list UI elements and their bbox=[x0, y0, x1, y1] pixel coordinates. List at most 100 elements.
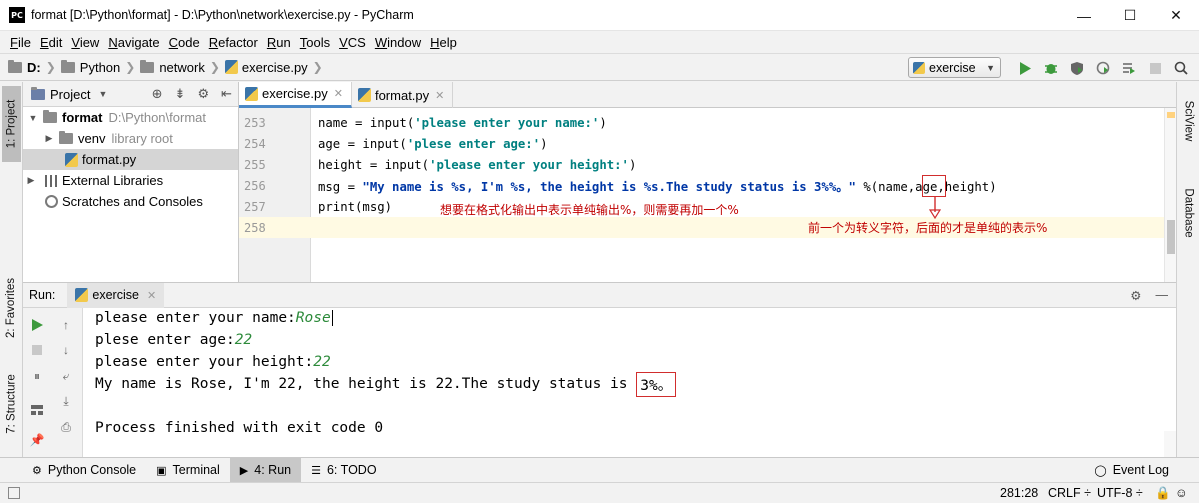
menu-navigate[interactable]: Navigate bbox=[104, 35, 163, 50]
tab-favorites[interactable]: 2: Favorites bbox=[2, 270, 21, 346]
debug-icon[interactable] bbox=[1038, 57, 1064, 79]
tab-structure[interactable]: 7: Structure bbox=[2, 366, 21, 442]
folder-icon bbox=[59, 131, 73, 144]
layout-icon[interactable] bbox=[26, 400, 48, 420]
expanded-arrow-icon[interactable]: ▼ bbox=[27, 113, 39, 123]
tree-item-format-py[interactable]: format.py bbox=[23, 149, 238, 170]
scrollbar-thumb[interactable] bbox=[1167, 220, 1175, 254]
scroll-to-end-icon[interactable]: ⤓ bbox=[55, 391, 77, 411]
close-icon[interactable]: ✕ bbox=[435, 89, 444, 102]
folder-icon bbox=[60, 59, 75, 73]
menu-edit[interactable]: Edit bbox=[36, 35, 66, 50]
project-view-select[interactable]: Project bbox=[50, 87, 90, 102]
tab-exercise-py[interactable]: exercise.py ✕ bbox=[239, 82, 352, 108]
tab-python-console[interactable]: ⚙ Python Console bbox=[22, 458, 146, 483]
chevron-right-icon: ❯ bbox=[312, 60, 323, 74]
console-scrollbar[interactable] bbox=[1164, 431, 1176, 457]
code-line[interactable]: 256 msg = "My name is %s, I'm %s, the he… bbox=[239, 175, 1164, 196]
menu-run[interactable]: Run bbox=[263, 35, 295, 50]
code-line[interactable]: 255 height = input('please enter your he… bbox=[239, 154, 1164, 175]
breadcrumb-drive[interactable]: D: bbox=[8, 59, 41, 75]
run-tab-exercise[interactable]: exercise ✕ bbox=[67, 282, 165, 308]
rerun-icon[interactable] bbox=[26, 315, 48, 335]
close-icon[interactable]: ✕ bbox=[334, 87, 343, 100]
toggle-tool-windows-icon[interactable] bbox=[8, 487, 20, 499]
code-editor[interactable]: 253 name = input('please enter your name… bbox=[239, 108, 1176, 282]
editor-scrollbar[interactable] bbox=[1164, 108, 1176, 282]
tab-event-log[interactable]: ◯ Event Log bbox=[1084, 458, 1179, 483]
console-line: Process finished with exit code 0 bbox=[95, 420, 384, 436]
console-line: please enter your height: 22 bbox=[95, 354, 331, 370]
search-icon[interactable] bbox=[1168, 57, 1194, 79]
run-icon[interactable] bbox=[1012, 57, 1038, 79]
collapsed-arrow-icon[interactable]: ▶ bbox=[25, 175, 37, 186]
stop-icon[interactable] bbox=[26, 340, 48, 360]
chevron-right-icon: ❯ bbox=[45, 60, 56, 74]
tree-item-scratches[interactable]: Scratches and Consoles bbox=[23, 191, 238, 212]
tree-item-venv[interactable]: ▶ venv library root bbox=[23, 128, 238, 149]
tab-sciview[interactable]: SciView bbox=[1179, 90, 1198, 152]
print-icon[interactable]: ⎙ bbox=[55, 417, 77, 437]
annotation-arrow bbox=[929, 196, 941, 220]
menu-refactor[interactable]: Refactor bbox=[205, 35, 262, 50]
tab-format-py[interactable]: format.py ✕ bbox=[352, 82, 454, 108]
tab-run[interactable]: ▶ 4: Run bbox=[229, 457, 302, 483]
stop-icon[interactable] bbox=[1142, 57, 1168, 79]
file-encoding[interactable]: UTF-8 ÷ bbox=[1097, 486, 1143, 500]
run-toolbar-side: ↑ ↓ ⏸ ⤶ ⤓ ⎙ 📌 bbox=[23, 308, 83, 458]
run-configuration-select[interactable]: exercise ▼ bbox=[908, 57, 1001, 78]
menu-view[interactable]: View bbox=[67, 35, 103, 50]
tab-project[interactable]: 1: Project bbox=[2, 86, 21, 162]
caret-position[interactable]: 281:28 bbox=[1000, 486, 1038, 500]
soft-wrap-icon[interactable]: ⤶ bbox=[55, 366, 77, 386]
breadcrumb-network[interactable]: network bbox=[140, 59, 205, 75]
editor-tabs: exercise.py ✕ format.py ✕ bbox=[239, 82, 1176, 108]
library-icon bbox=[45, 174, 57, 187]
collapse-all-icon[interactable]: ⇟ bbox=[175, 86, 186, 102]
run-panel: Run: exercise ✕ ⚙ — ↑ ↓ ⏸ ⤶ ⤓ ⎙ 📌 please… bbox=[23, 282, 1176, 458]
menu-window[interactable]: Window bbox=[371, 35, 425, 50]
pin-icon[interactable]: 📌 bbox=[26, 430, 48, 450]
menu-code[interactable]: Code bbox=[165, 35, 204, 50]
chevron-down-icon[interactable]: ▼ bbox=[98, 89, 107, 99]
right-tool-strip: SciView Database bbox=[1176, 82, 1199, 457]
line-separator[interactable]: CRLF ÷ bbox=[1048, 486, 1091, 500]
maximize-button[interactable]: ☐ bbox=[1107, 0, 1153, 31]
profile-icon[interactable] bbox=[1090, 57, 1116, 79]
breadcrumb-file[interactable]: exercise.py bbox=[224, 60, 308, 75]
todo-icon: ☰ bbox=[311, 464, 321, 477]
up-arrow-icon[interactable]: ↑ bbox=[55, 315, 77, 335]
code-line[interactable]: 254 age = input('plese enter age:') bbox=[239, 133, 1164, 154]
gear-icon[interactable]: ⚙ bbox=[197, 86, 209, 102]
minimize-button[interactable]: — bbox=[1061, 0, 1107, 31]
down-arrow-icon[interactable]: ↓ bbox=[55, 340, 77, 360]
python-file-icon bbox=[224, 60, 238, 74]
tab-database[interactable]: Database bbox=[1179, 178, 1198, 248]
warning-marker[interactable] bbox=[1167, 112, 1175, 118]
menu-tools[interactable]: Tools bbox=[296, 35, 334, 50]
inspector-icon[interactable]: ☺ bbox=[1175, 486, 1188, 500]
menu-help[interactable]: Help bbox=[426, 35, 461, 50]
concurrency-icon[interactable] bbox=[1116, 57, 1142, 79]
hide-panel-icon[interactable]: ⇤ bbox=[221, 86, 232, 102]
code-line[interactable]: 253 name = input('please enter your name… bbox=[239, 112, 1164, 133]
project-panel-header: Project ▼ ⊕ ⇟ ⚙ ⇤ bbox=[23, 82, 238, 107]
breadcrumb-python[interactable]: Python bbox=[60, 59, 120, 75]
pause-icon[interactable]: ⏸ bbox=[26, 366, 48, 386]
gear-icon[interactable]: ⚙ bbox=[1130, 288, 1141, 303]
locate-file-icon[interactable]: ⊕ bbox=[152, 86, 163, 102]
coverage-icon[interactable] bbox=[1064, 57, 1090, 79]
close-button[interactable]: ✕ bbox=[1153, 0, 1199, 31]
console-line: My name is Rose, I'm 22, the height is 2… bbox=[95, 371, 677, 397]
tab-todo[interactable]: ☰ 6: TODO bbox=[301, 458, 386, 483]
minimize-panel-icon[interactable]: — bbox=[1156, 288, 1169, 303]
menu-file[interactable]: File bbox=[6, 35, 35, 50]
run-icon: ▶ bbox=[239, 464, 249, 477]
close-icon[interactable]: ✕ bbox=[147, 289, 156, 302]
collapsed-arrow-icon[interactable]: ▶ bbox=[43, 133, 55, 144]
tree-item-external-libraries[interactable]: ▶ External Libraries bbox=[23, 170, 238, 191]
menu-vcs[interactable]: VCS bbox=[335, 35, 370, 50]
lock-icon[interactable]: 🔒 bbox=[1155, 486, 1171, 501]
tree-item-format[interactable]: ▼ format D:\Python\format bbox=[23, 107, 238, 128]
tab-terminal[interactable]: ▣ Terminal bbox=[146, 458, 230, 483]
